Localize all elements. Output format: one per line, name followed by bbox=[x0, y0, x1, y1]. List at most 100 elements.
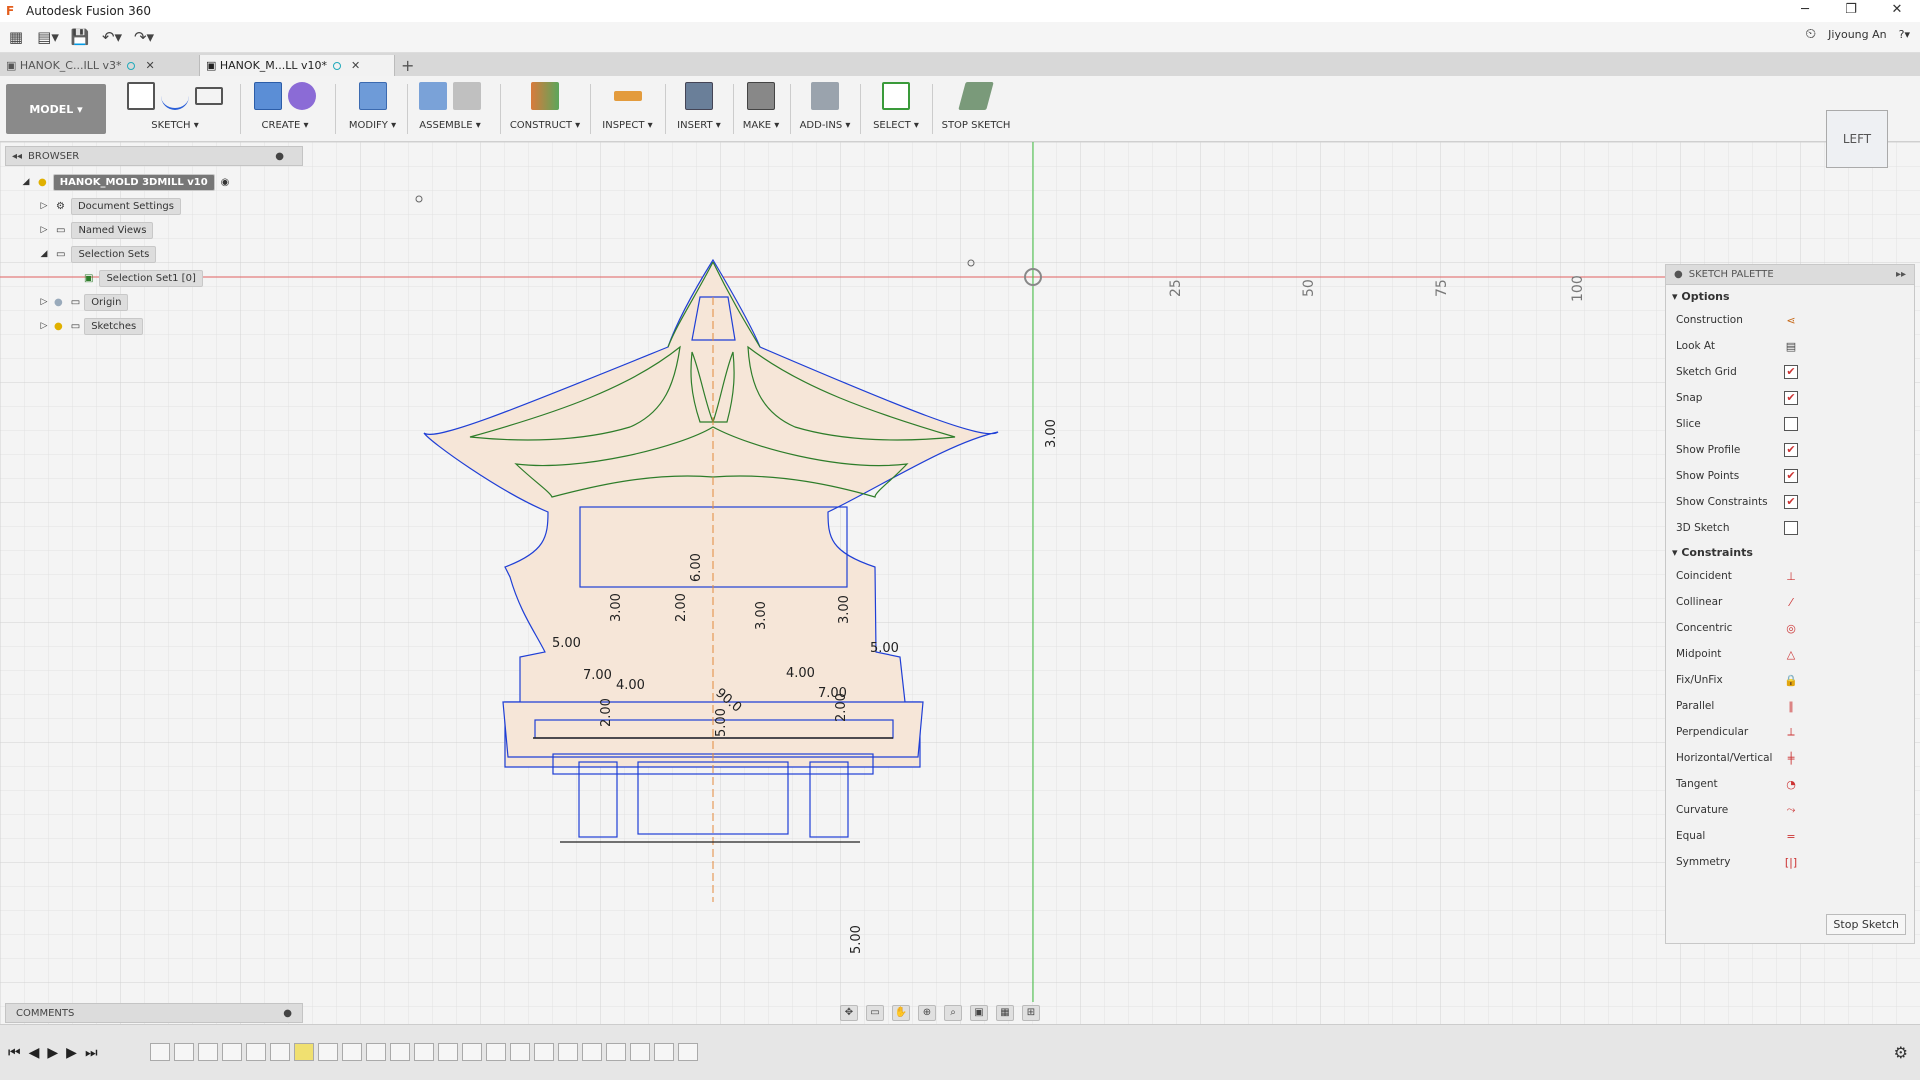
timeline-feature[interactable] bbox=[318, 1043, 338, 1061]
3d-print-icon[interactable] bbox=[747, 82, 775, 110]
restore-button[interactable]: ❐ bbox=[1828, 0, 1874, 22]
select-icon[interactable] bbox=[882, 82, 910, 110]
timeline-feature[interactable] bbox=[558, 1043, 578, 1061]
timeline-feature[interactable] bbox=[438, 1043, 458, 1061]
previous-step-icon[interactable]: ◀ bbox=[29, 1045, 40, 1061]
close-tab-icon[interactable]: ✕ bbox=[145, 59, 154, 72]
slice-checkbox[interactable] bbox=[1784, 417, 1798, 431]
constraint-symmetry[interactable]: Symmetry [|] bbox=[1666, 849, 1914, 875]
options-section[interactable]: ▾ Options bbox=[1666, 285, 1914, 307]
tangent-icon[interactable]: ◔ bbox=[1784, 777, 1798, 791]
lightbulb-icon[interactable]: ● bbox=[54, 297, 63, 308]
next-step-icon[interactable]: ▶ bbox=[66, 1045, 77, 1061]
show-points-checkbox[interactable]: ✔ bbox=[1784, 469, 1798, 483]
press-pull-icon[interactable] bbox=[358, 82, 387, 110]
tab-hanok-m[interactable]: ▣ HANOK_M...LL v10* ✕ bbox=[200, 55, 395, 76]
orbit-icon[interactable]: ✥ bbox=[840, 1005, 858, 1021]
play-icon[interactable]: ▶ bbox=[47, 1045, 58, 1061]
create-group[interactable]: CREATE ▾ bbox=[245, 80, 325, 140]
workspace-switcher[interactable]: MODEL ▾ bbox=[6, 84, 106, 134]
stop-sketch-button[interactable]: Stop Sketch bbox=[1826, 914, 1906, 935]
close-window-button[interactable]: ✕ bbox=[1874, 0, 1920, 22]
tree-named-views[interactable]: ▷ ▭ Named Views bbox=[20, 218, 229, 242]
tab-hanok-c[interactable]: ▣ HANOK_C...ILL v3* ✕ bbox=[0, 55, 200, 76]
timeline-feature[interactable] bbox=[246, 1043, 266, 1061]
browser-root[interactable]: ◢ ● HANOK_MOLD 3DMILL v10 ◉ bbox=[20, 170, 229, 194]
inspect-group[interactable]: INSPECT ▾ bbox=[595, 80, 660, 140]
show-constraints-checkbox[interactable]: ✔ bbox=[1784, 495, 1798, 509]
timeline-feature[interactable] bbox=[486, 1043, 506, 1061]
parallel-icon[interactable]: ∥ bbox=[1784, 699, 1798, 713]
minimize-button[interactable]: ─ bbox=[1782, 0, 1828, 22]
tree-selection-set1[interactable]: ▣ Selection Set1 [0] bbox=[20, 266, 229, 290]
last-step-icon[interactable]: ⏭ bbox=[85, 1045, 98, 1061]
rectangle-icon[interactable] bbox=[195, 87, 223, 105]
palette-pin-icon[interactable]: ● bbox=[1674, 269, 1683, 280]
browser-header[interactable]: ◂◂ BROWSER ● bbox=[5, 146, 303, 166]
timeline-feature[interactable] bbox=[342, 1043, 362, 1061]
create-sketch-icon[interactable] bbox=[127, 82, 155, 110]
symmetry-icon[interactable]: [|] bbox=[1784, 855, 1798, 869]
spline-icon[interactable] bbox=[161, 82, 189, 110]
scripts-icon[interactable] bbox=[811, 82, 839, 110]
insert-image-icon[interactable] bbox=[685, 82, 713, 110]
browser-pin-icon[interactable]: ● bbox=[275, 151, 284, 162]
display-settings-icon[interactable]: ▣ bbox=[970, 1005, 988, 1021]
timeline-feature[interactable] bbox=[270, 1043, 290, 1061]
concentric-icon[interactable]: ◎ bbox=[1784, 621, 1798, 635]
timeline-feature[interactable] bbox=[222, 1043, 242, 1061]
look-at-nav-icon[interactable]: ▭ bbox=[866, 1005, 884, 1021]
perpendicular-icon[interactable]: ⟂ bbox=[1784, 725, 1798, 739]
sketch-canvas[interactable]: 25 50 75 100 3.00 6.00 2.00 3.00 3.00 3.… bbox=[0, 142, 1920, 1024]
close-tab-icon[interactable]: ✕ bbox=[351, 59, 360, 72]
timeline-feature[interactable] bbox=[414, 1043, 434, 1061]
3d-sketch-checkbox[interactable] bbox=[1784, 521, 1798, 535]
save-icon[interactable]: 💾 bbox=[68, 25, 92, 49]
job-status-icon[interactable]: ⏲ bbox=[1805, 26, 1816, 42]
zoom-icon[interactable]: ⊕ bbox=[918, 1005, 936, 1021]
grid-menu-icon[interactable]: ▦ bbox=[4, 25, 28, 49]
show-profile-checkbox[interactable]: ✔ bbox=[1784, 443, 1798, 457]
constraint-fix-unfix[interactable]: Fix/UnFix 🔒 bbox=[1666, 667, 1914, 693]
collinear-icon[interactable]: ⁄ bbox=[1784, 595, 1798, 609]
comments-pin-icon[interactable]: ● bbox=[283, 1008, 292, 1019]
timeline-feature[interactable] bbox=[198, 1043, 218, 1061]
insert-group[interactable]: INSERT ▾ bbox=[668, 80, 730, 140]
curvature-icon[interactable]: ⤳ bbox=[1784, 803, 1798, 817]
horizontal-vertical-icon[interactable]: ╪ bbox=[1784, 751, 1798, 765]
stop-sketch-group[interactable]: STOP SKETCH bbox=[936, 80, 1016, 140]
stop-sketch-icon[interactable] bbox=[958, 82, 994, 110]
assemble-group[interactable]: ASSEMBLE ▾ bbox=[410, 80, 490, 140]
constraint-equal[interactable]: Equal = bbox=[1666, 823, 1914, 849]
constraint-perpendicular[interactable]: Perpendicular ⟂ bbox=[1666, 719, 1914, 745]
timeline-feature[interactable] bbox=[294, 1043, 314, 1061]
timeline-track[interactable] bbox=[150, 1043, 698, 1063]
timeline-settings-icon[interactable]: ⚙ bbox=[1894, 1043, 1908, 1062]
construct-group[interactable]: CONSTRUCT ▾ bbox=[505, 80, 585, 140]
timeline-feature[interactable] bbox=[366, 1043, 386, 1061]
modify-group[interactable]: MODIFY ▾ bbox=[340, 80, 405, 140]
tree-document-settings[interactable]: ▷ ⚙ Document Settings bbox=[20, 194, 229, 218]
help-icon[interactable]: ?▾ bbox=[1899, 28, 1910, 41]
redo-icon[interactable]: ↷▾ bbox=[132, 25, 156, 49]
offset-plane-icon[interactable] bbox=[531, 82, 559, 110]
add-ins-group[interactable]: ADD-INS ▾ bbox=[794, 80, 856, 140]
timeline-feature[interactable] bbox=[150, 1043, 170, 1061]
fit-icon[interactable]: ⌕ bbox=[944, 1005, 962, 1021]
sketch-grid-checkbox[interactable]: ✔ bbox=[1784, 365, 1798, 379]
construction-icon[interactable]: ⋖ bbox=[1784, 313, 1798, 327]
joint-icon[interactable] bbox=[453, 82, 481, 110]
timeline-feature[interactable] bbox=[630, 1043, 650, 1061]
snap-checkbox[interactable]: ✔ bbox=[1784, 391, 1798, 405]
timeline-feature[interactable] bbox=[606, 1043, 626, 1061]
sphere-form-icon[interactable] bbox=[288, 82, 316, 110]
option-show-profile[interactable]: Show Profile ✔ bbox=[1666, 437, 1914, 463]
timeline-feature[interactable] bbox=[534, 1043, 554, 1061]
lock-icon[interactable]: 🔒 bbox=[1784, 673, 1798, 687]
view-cube[interactable]: LEFT bbox=[1826, 110, 1888, 168]
constraint-horizontal-vertical[interactable]: Horizontal/Vertical ╪ bbox=[1666, 745, 1914, 771]
extrude-icon[interactable] bbox=[254, 82, 282, 110]
make-group[interactable]: MAKE ▾ bbox=[736, 80, 786, 140]
timeline-feature[interactable] bbox=[654, 1043, 674, 1061]
new-component-icon[interactable] bbox=[419, 82, 447, 110]
